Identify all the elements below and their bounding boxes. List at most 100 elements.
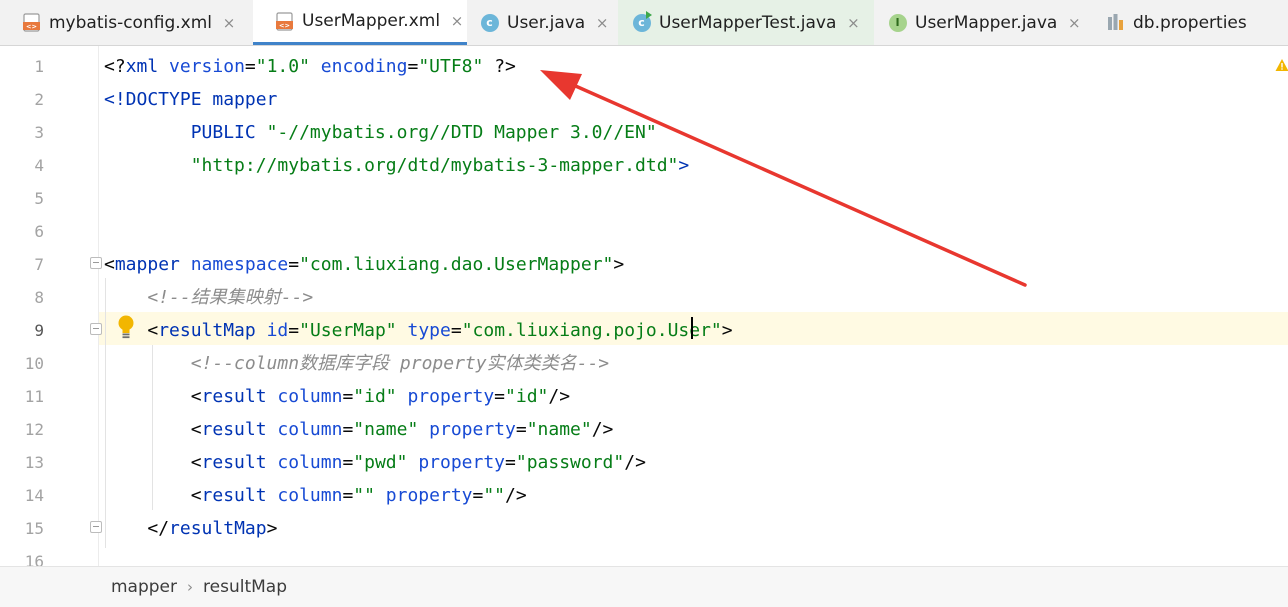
breadcrumb: mapper › resultMap <box>0 566 1288 607</box>
code-token: < <box>104 254 115 275</box>
code-token: type <box>407 320 451 341</box>
code-token: < <box>190 419 202 440</box>
code-token: "UTF8" <box>418 56 495 77</box>
code-token: resultMap <box>158 320 267 341</box>
code-token: <? <box>104 56 126 77</box>
close-icon[interactable]: × <box>595 14 609 32</box>
code-line[interactable]: "http://mybatis.org/dtd/mybatis-3-mapper… <box>104 149 690 182</box>
code-line[interactable]: <result column="id" property="id"/> <box>104 380 570 413</box>
code-line[interactable]: <?xml version="1.0" encoding="UTF8" ?> <box>104 50 516 83</box>
code-token: /> <box>591 419 614 440</box>
code-line[interactable]: <!--column数据库字段 property实体类类名--> <box>104 347 609 380</box>
line-number: 2 <box>34 90 44 109</box>
code-token: result <box>201 419 278 440</box>
code-token: "" <box>353 485 386 506</box>
tab-usermapper-java[interactable]: I UserMapper.java × <box>874 0 1090 45</box>
code-line[interactable]: <result column="name" property="name"/> <box>104 413 614 446</box>
code-token: < <box>190 386 202 407</box>
java-class-icon: c <box>480 13 499 32</box>
tab-user-java[interactable]: c User.java × <box>466 0 616 45</box>
code-token: ?> <box>494 56 516 77</box>
svg-text:<>: <> <box>26 23 37 31</box>
breadcrumb-separator: › <box>187 578 194 596</box>
code-token: namespace <box>190 254 289 275</box>
code-token: mapper <box>212 89 278 110</box>
breadcrumb-item-mapper[interactable]: mapper <box>111 577 177 597</box>
line-number: 16 <box>24 552 44 566</box>
tab-usermappertest-java[interactable]: c UserMapperTest.java × <box>618 0 874 45</box>
code-token: < <box>190 452 202 473</box>
code-token: > <box>678 155 690 176</box>
fold-marker-icon[interactable] <box>90 257 102 269</box>
tab-label: db.properties <box>1133 12 1247 33</box>
code-token: = <box>342 386 354 407</box>
code-token: column <box>277 452 343 473</box>
code-line[interactable]: <result column="pwd" property="password"… <box>104 446 646 479</box>
code-line[interactable]: <mapper namespace="com.liuxiang.dao.User… <box>104 248 624 281</box>
code-token: = <box>472 485 484 506</box>
tab-db-properties[interactable]: db.properties <box>1092 0 1288 45</box>
close-icon[interactable]: × <box>450 12 464 30</box>
fold-marker-icon[interactable] <box>90 323 102 335</box>
code-token: = <box>288 254 300 275</box>
fold-marker-icon[interactable] <box>90 521 102 533</box>
line-number: 13 <box>24 453 44 472</box>
code-token: > <box>613 254 625 275</box>
xml-file-icon: <> <box>22 13 41 32</box>
close-icon[interactable]: × <box>1067 14 1081 32</box>
code-line[interactable]: PUBLIC "-//mybatis.org//DTD Mapper 3.0//… <box>104 116 657 149</box>
code-token: "password" <box>515 452 625 473</box>
code-token: = <box>515 419 527 440</box>
code-token: PUBLIC <box>190 122 267 143</box>
java-test-class-icon: c <box>632 11 652 32</box>
code-token: id <box>266 320 289 341</box>
code-token: "1.0" <box>255 56 321 77</box>
code-editor[interactable]: 1 2 3 4 5 6 7 8 9 10 11 12 13 14 15 16 <?xml version="1… <box>0 46 1288 566</box>
warning-icon[interactable] <box>1275 58 1288 72</box>
code-token: property <box>407 386 495 407</box>
code-line[interactable]: <!DOCTYPE mapper <box>104 83 277 116</box>
svg-text:<>: <> <box>279 21 290 29</box>
code-token: = <box>244 56 256 77</box>
tab-label: UserMapper.java <box>915 12 1058 33</box>
tab-label: UserMapper.xml <box>302 11 441 31</box>
line-number: 1 <box>34 57 44 76</box>
code-token: = <box>342 419 354 440</box>
editor-tab-bar: <> mybatis-config.xml × <> UserMapper.xm… <box>0 0 1288 46</box>
close-icon[interactable]: × <box>846 14 860 32</box>
breadcrumb-item-resultmap[interactable]: resultMap <box>203 577 287 597</box>
code-line[interactable]: <!--结果集映射--> <box>104 281 313 314</box>
code-line[interactable]: </resultMap> <box>104 512 277 545</box>
tab-mybatis-config-xml[interactable]: <> mybatis-config.xml × <box>0 0 246 45</box>
run-marker-icon <box>646 11 652 19</box>
code-token: result <box>201 386 278 407</box>
code-token: result <box>201 485 278 506</box>
tab-label: mybatis-config.xml <box>49 12 212 33</box>
code-token: </ <box>147 518 170 539</box>
code-token: property <box>429 419 516 440</box>
code-token: column <box>277 485 343 506</box>
code-line[interactable]: <result column="" property=""/> <box>104 479 527 512</box>
code-token: "http://mybatis.org/dtd/mybatis-3-mapper… <box>190 155 679 176</box>
code-token: /> <box>624 452 646 473</box>
line-number: 8 <box>34 288 44 307</box>
code-token: mapper <box>114 254 191 275</box>
java-interface-icon: I <box>888 13 907 32</box>
tab-usermapper-xml[interactable]: <> UserMapper.xml × <box>253 0 467 45</box>
close-icon[interactable]: × <box>222 14 236 32</box>
code-token: xml <box>125 56 170 77</box>
code-token: > <box>266 518 278 539</box>
interface-glyph: I <box>888 13 907 32</box>
text-caret <box>691 317 693 339</box>
code-token: resultMap <box>169 518 267 539</box>
code-token: /> <box>505 485 527 506</box>
tab-label: UserMapperTest.java <box>659 12 837 33</box>
lightbulb-icon[interactable] <box>116 314 136 340</box>
code-line[interactable]: <resultMap id="UserMap" type="com.liuxia… <box>104 314 732 347</box>
line-number: 4 <box>34 156 44 175</box>
